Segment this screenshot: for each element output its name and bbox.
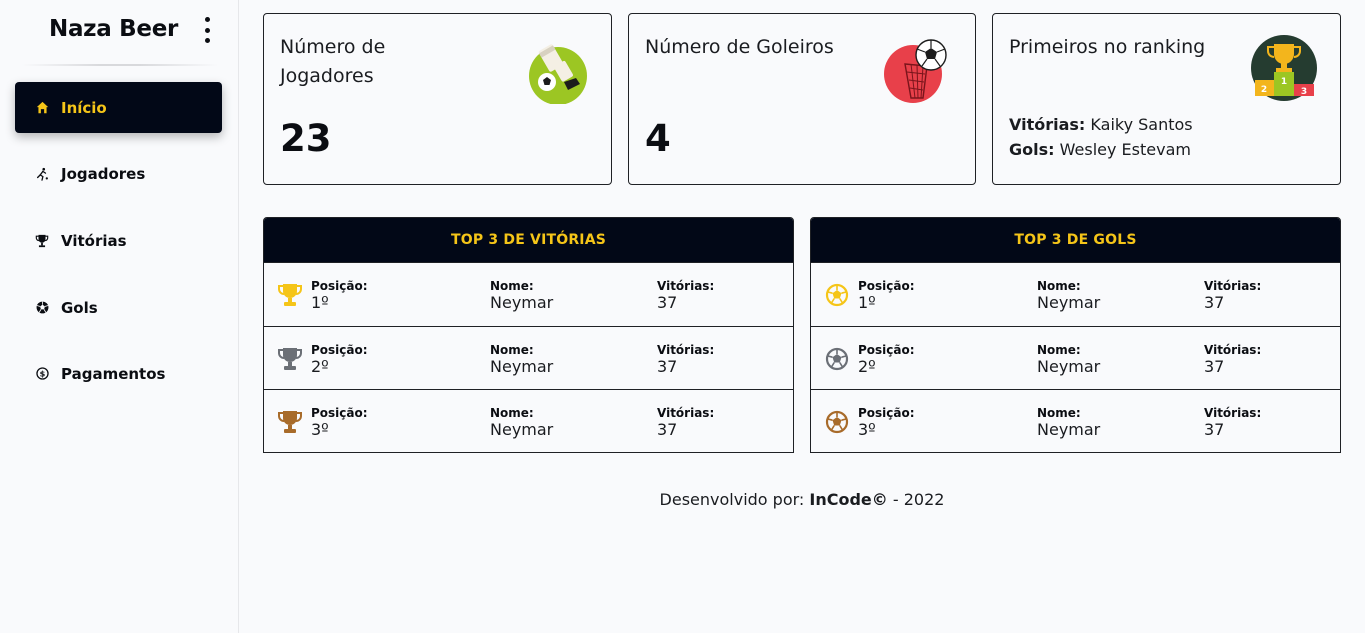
ranking-goals-label: Gols: [1009,140,1055,159]
podium-trophy-icon: 1 2 3 [1251,35,1317,101]
sidebar-item-label: Jogadores [61,164,146,183]
soccer-ball-icon [34,300,50,316]
footer: Desenvolvido por: InCode© - 2022 [263,490,1341,509]
wins-cell: Vitórias: 37 [657,342,715,376]
table-row: Posição: 3º Nome: Neymar Vitórias: 37 [264,389,793,453]
position-cell: Posição: 2º [858,342,915,376]
sidebar-item-jogadores[interactable]: Jogadores [15,148,222,199]
top-goals-table: TOP 3 DE GOLS Posição: 1º Nome: Neymar Vit… [810,217,1341,453]
ranking-wins-label: Vitórias: [1009,115,1086,134]
position-cell: Posição: 1º [311,279,368,312]
svg-text:1: 1 [1281,77,1287,87]
wins-cell: Vitórias: 37 [657,279,715,312]
table-row: Posição: 2º Nome: Neymar Vitórias: 37 [811,325,1340,390]
ranking-goals: Gols: Wesley Estevam [1009,140,1191,159]
brand-title: Naza Beer [49,16,179,42]
svg-text:$: $ [39,368,45,378]
silver-trophy-icon [278,347,302,370]
bronze-ball-icon [825,411,849,434]
wins-cell: Vitórias: 37 [657,406,715,440]
card-title: Número de Goleiros [645,36,834,58]
more-options-icon[interactable] [200,16,214,44]
top-wins-table: TOP 3 DE VITÓRIAS Posição: 1º Nome: Neymar… [263,217,794,453]
table-title: TOP 3 DE GOLS [811,218,1340,262]
sidebar-item-label: Gols [61,298,98,317]
table-row: Posição: 3º Nome: Neymar Vitórias: 37 [811,389,1340,453]
position-cell: Posição: 3º [311,406,368,440]
bronze-trophy-icon [278,411,302,434]
goals-cell: Vitórias: 37 [1204,406,1262,440]
table-title: TOP 3 DE VITÓRIAS [264,218,793,262]
position-cell: Posição: 1º [858,279,915,312]
players-count-card: Número de Jogadores 23 [263,13,612,185]
dollar-circle-icon: $ [34,366,50,382]
divider [22,64,218,66]
svg-text:3: 3 [1301,87,1307,97]
card-value: 23 [280,117,332,160]
sidebar-item-label: Início [61,98,107,117]
soccer-kick-icon [529,44,587,104]
card-value: 4 [645,117,671,160]
ranking-goals-value: Wesley Estevam [1059,140,1191,159]
svg-text:2: 2 [1261,85,1267,95]
position-cell: Posição: 2º [311,342,368,376]
sidebar-item-label: Pagamentos [61,364,166,383]
goals-cell: Vitórias: 37 [1204,279,1262,312]
silver-ball-icon [825,347,849,370]
sidebar-item-pagamentos[interactable]: $ Pagamentos [15,348,222,399]
home-icon [34,100,50,116]
name-cell: Nome: Neymar [490,279,554,312]
ranking-wins-value: Kaiky Santos [1090,115,1193,134]
table-row: Posição: 1º Nome: Neymar Vitórias: 37 [811,262,1340,326]
trophy-icon [34,233,50,249]
name-cell: Nome: Neymar [490,342,554,376]
footer-prefix: Desenvolvido por: [659,490,805,509]
gold-trophy-icon [278,284,302,306]
gold-ball-icon [825,283,849,307]
name-cell: Nome: Neymar [1037,406,1101,440]
goals-cell: Vitórias: 37 [1204,342,1262,376]
name-cell: Nome: Neymar [1037,279,1101,312]
player-kick-icon [34,166,50,182]
name-cell: Nome: Neymar [1037,342,1101,376]
card-title: Número de Jogadores [280,36,386,87]
sidebar-item-inicio[interactable]: Início [15,82,222,133]
sidebar-item-label: Vitórias [61,231,127,250]
table-row: Posição: 2º Nome: Neymar Vitórias: 37 [264,325,793,390]
table-row: Posição: 1º Nome: Neymar Vitórias: 37 [264,262,793,326]
name-cell: Nome: Neymar [490,406,554,440]
card-title: Primeiros no ranking [1009,36,1206,58]
footer-company: InCode© [809,490,888,509]
position-cell: Posição: 3º [858,406,915,440]
footer-suffix: - 2022 [892,490,945,509]
ranking-wins: Vitórias: Kaiky Santos [1009,115,1193,134]
soccer-goal-icon [884,39,947,103]
goalkeepers-count-card: Número de Goleiros 4 [628,13,976,185]
ranking-leaders-card: Primeiros no ranking Vitórias: Kaiky San… [992,13,1341,185]
sidebar: Naza Beer Início Jogadores Vitórias Gols… [0,0,239,633]
sidebar-item-gols[interactable]: Gols [15,282,222,333]
sidebar-item-vitorias[interactable]: Vitórias [15,215,222,266]
